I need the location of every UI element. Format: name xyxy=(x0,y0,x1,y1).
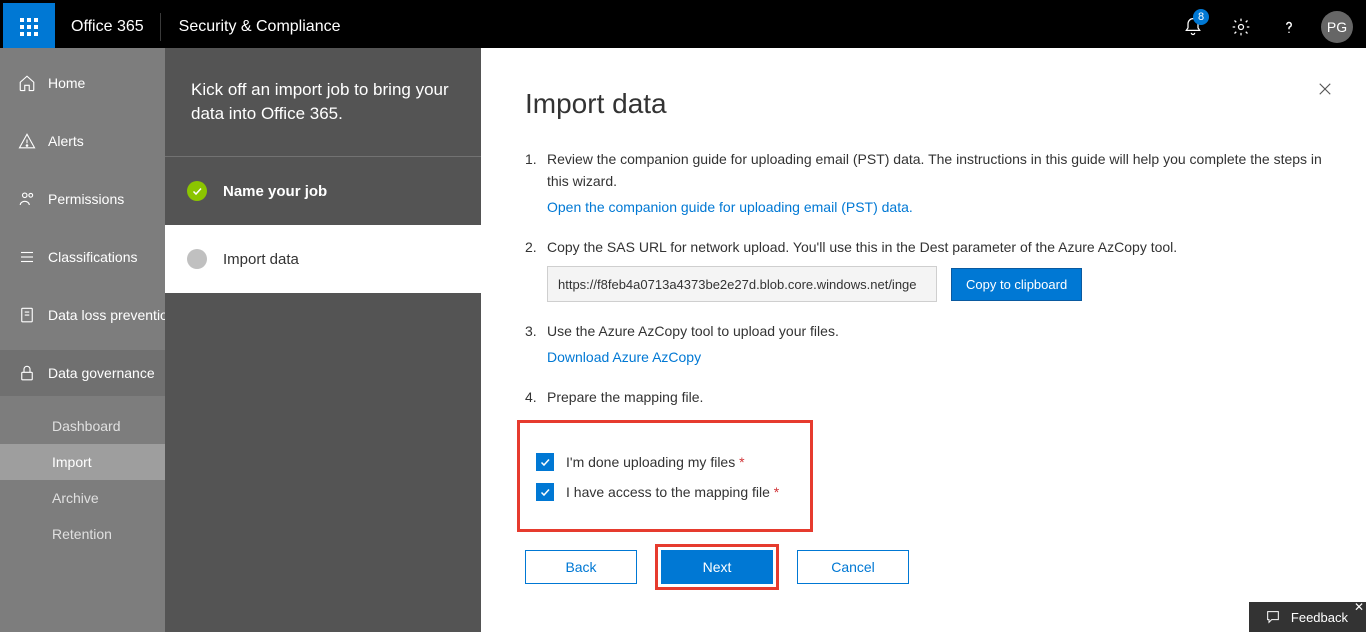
sidebar-item-label: Alerts xyxy=(48,133,84,149)
companion-guide-link[interactable]: Open the companion guide for uploading e… xyxy=(547,196,913,218)
avatar[interactable]: PG xyxy=(1321,11,1353,43)
sidebar-item-alerts[interactable]: Alerts xyxy=(0,118,165,164)
check-icon xyxy=(187,181,207,201)
app-launcher[interactable] xyxy=(3,3,55,51)
mapping-file-checkbox[interactable] xyxy=(536,483,554,501)
sidebar-item-label: Classifications xyxy=(48,249,137,265)
wizard-step-import-data[interactable]: Import data xyxy=(165,225,481,293)
step4-text: Prepare the mapping file. xyxy=(547,389,703,405)
wizard-intro: Kick off an import job to bring your dat… xyxy=(165,48,481,156)
download-azcopy-link[interactable]: Download Azure AzCopy xyxy=(547,346,701,368)
check-icon xyxy=(539,456,551,468)
lock-icon xyxy=(18,364,36,382)
step-number: 3. xyxy=(525,320,541,368)
sidebar-sub-dashboard[interactable]: Dashboard xyxy=(0,408,165,444)
close-icon xyxy=(1316,80,1334,98)
sidebar-sub-retention[interactable]: Retention xyxy=(0,516,165,552)
speech-bubble-icon xyxy=(1265,609,1281,625)
classifications-icon xyxy=(18,248,36,266)
home-icon xyxy=(18,74,36,92)
wizard-step-name-job[interactable]: Name your job xyxy=(165,156,481,225)
step-number: 1. xyxy=(525,148,541,218)
confirmation-checkboxes: I'm done uploading my files * I have acc… xyxy=(517,420,813,532)
step1-text: Review the companion guide for uploading… xyxy=(547,151,1322,189)
done-uploading-checkbox[interactable] xyxy=(536,453,554,471)
page-title: Import data xyxy=(525,88,1322,120)
cancel-button[interactable]: Cancel xyxy=(797,550,909,584)
step-dot-icon xyxy=(187,249,207,269)
next-button[interactable]: Next xyxy=(661,550,773,584)
step-number: 2. xyxy=(525,236,541,302)
sidebar-item-home[interactable]: Home xyxy=(0,60,165,106)
back-button[interactable]: Back xyxy=(525,550,637,584)
gear-icon xyxy=(1231,17,1251,37)
waffle-icon xyxy=(20,18,38,36)
sidebar-item-label: Data governance xyxy=(48,365,155,381)
wizard-step-label: Import data xyxy=(223,251,299,268)
permissions-icon xyxy=(18,190,36,208)
copy-to-clipboard-button[interactable]: Copy to clipboard xyxy=(951,268,1082,301)
sidebar-sub-import[interactable]: Import xyxy=(0,444,165,480)
close-button[interactable] xyxy=(1316,80,1334,103)
step-number: 4. xyxy=(525,386,541,408)
sidebar-item-dlp[interactable]: Data loss prevention xyxy=(0,292,165,338)
suite-title: Security & Compliance xyxy=(161,18,359,36)
notifications-button[interactable]: 8 xyxy=(1171,3,1215,51)
feedback-label: Feedback xyxy=(1291,610,1348,625)
sidebar-item-label: Data loss prevention xyxy=(48,307,165,323)
checkbox-label: I have access to the mapping file * xyxy=(566,481,779,503)
left-nav: Home Alerts Permissions Classifications … xyxy=(0,48,165,632)
sidebar-item-label: Home xyxy=(48,75,85,91)
checkbox-label: I'm done uploading my files * xyxy=(566,451,745,473)
main-content: Import data 1. Review the companion guid… xyxy=(481,48,1366,632)
notification-badge: 8 xyxy=(1193,9,1209,25)
settings-button[interactable] xyxy=(1219,3,1263,51)
sidebar-item-data-governance[interactable]: Data governance xyxy=(0,350,165,396)
feedback-button[interactable]: Feedback ✕ xyxy=(1249,602,1366,632)
sidebar-item-permissions[interactable]: Permissions xyxy=(0,176,165,222)
help-button[interactable] xyxy=(1267,3,1311,51)
feedback-close-icon[interactable]: ✕ xyxy=(1354,600,1364,614)
top-bar: Office 365 Security & Compliance 8 PG xyxy=(3,3,1363,51)
wizard-steps-panel: Kick off an import job to bring your dat… xyxy=(165,48,481,632)
step3-text: Use the Azure AzCopy tool to upload your… xyxy=(547,323,839,339)
step2-text: Copy the SAS URL for network upload. You… xyxy=(547,239,1177,255)
sas-url-input[interactable]: https://f8feb4a0713a4373be2e27d.blob.cor… xyxy=(547,266,937,302)
help-icon xyxy=(1280,18,1298,36)
sidebar-item-label: Permissions xyxy=(48,191,124,207)
wizard-step-label: Name your job xyxy=(223,183,327,200)
product-label[interactable]: Office 365 xyxy=(55,18,160,36)
sidebar-sub-archive[interactable]: Archive xyxy=(0,480,165,516)
dlp-icon xyxy=(18,306,36,324)
alert-icon xyxy=(18,132,36,150)
sidebar-item-classifications[interactable]: Classifications xyxy=(0,234,165,280)
check-icon xyxy=(539,486,551,498)
